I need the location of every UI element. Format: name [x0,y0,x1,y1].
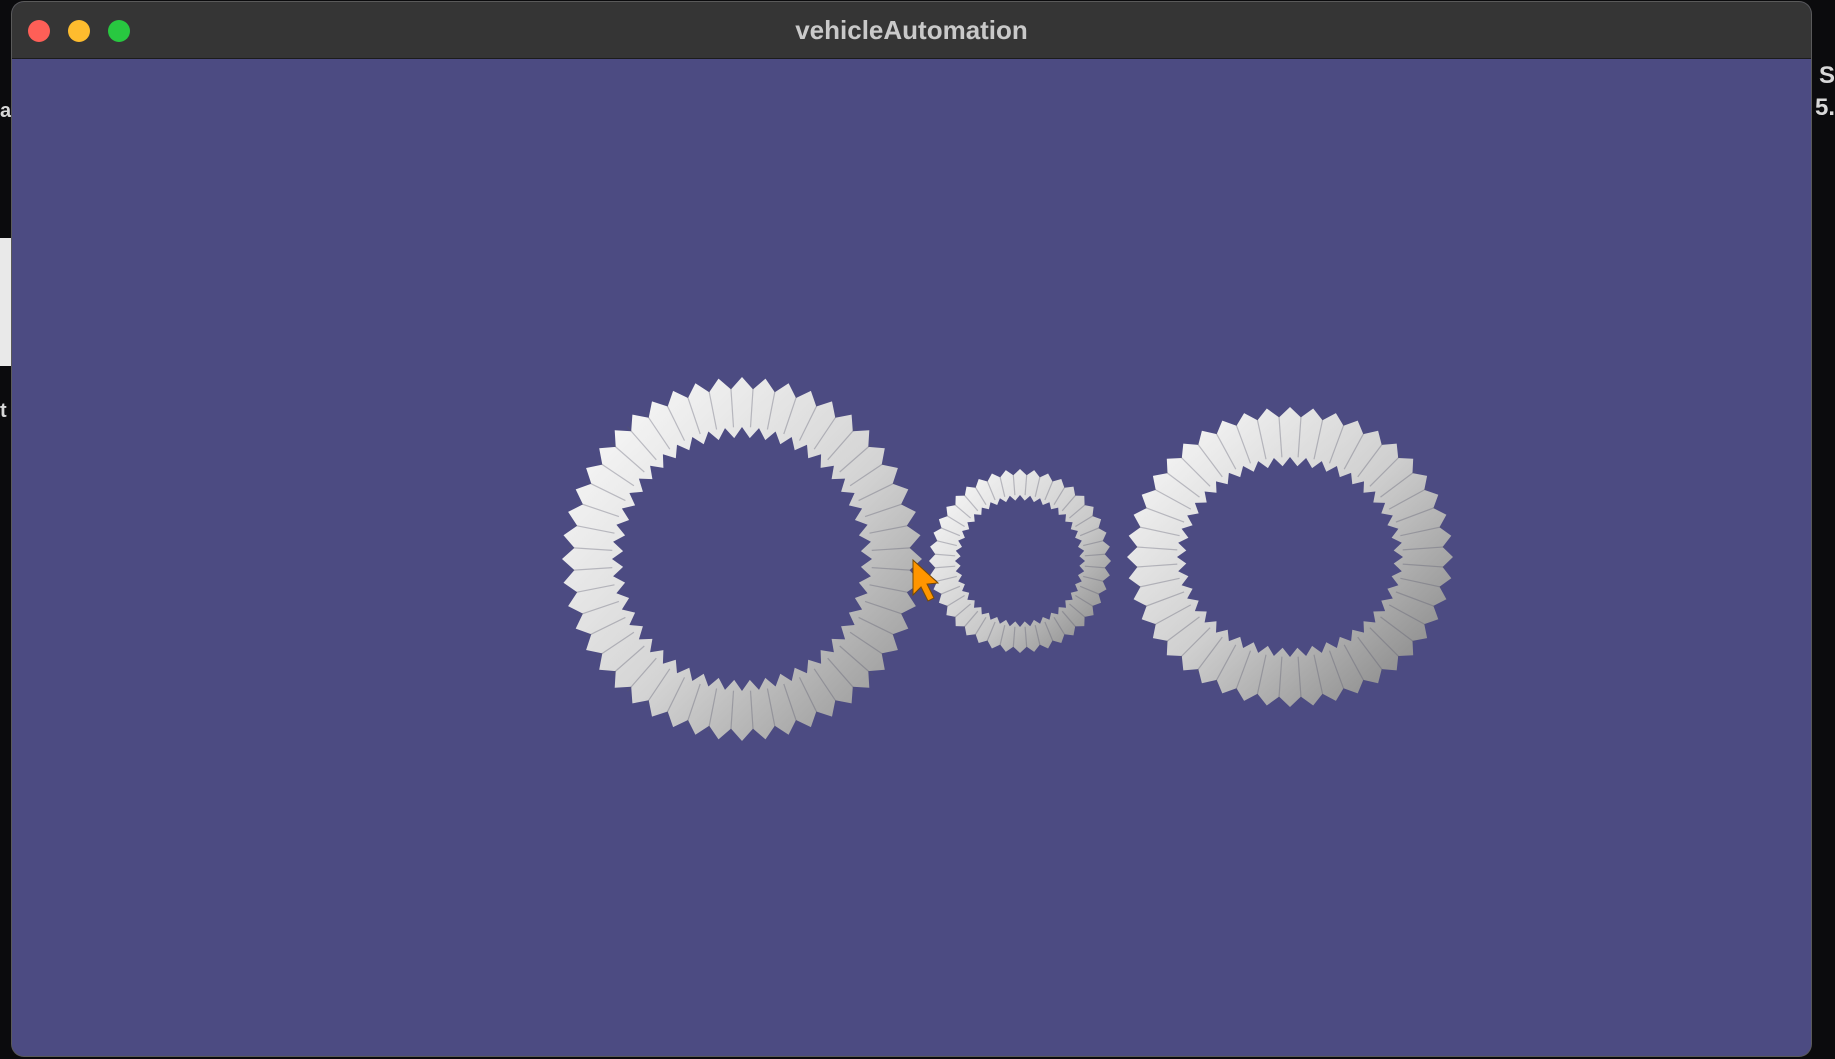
gear-ring [562,377,922,741]
3d-viewport[interactable] [12,59,1811,1056]
background-window-text: t [0,400,7,422]
gear-ring [1127,407,1453,707]
large-left-gear-icon [562,377,922,741]
gear-ring [929,469,1111,653]
right-gear-icon [1127,407,1453,707]
app-window[interactable]: vehicleAutomation [12,2,1811,1056]
background-window-text: 5. [1814,94,1835,121]
small-middle-gear-icon [929,469,1111,653]
background-window-panel [0,238,12,366]
gear-scene [562,377,1453,741]
window-title: vehicleAutomation [795,15,1028,45]
title-bar[interactable]: vehicleAutomation [12,2,1811,59]
background-window-text: a [0,100,12,122]
